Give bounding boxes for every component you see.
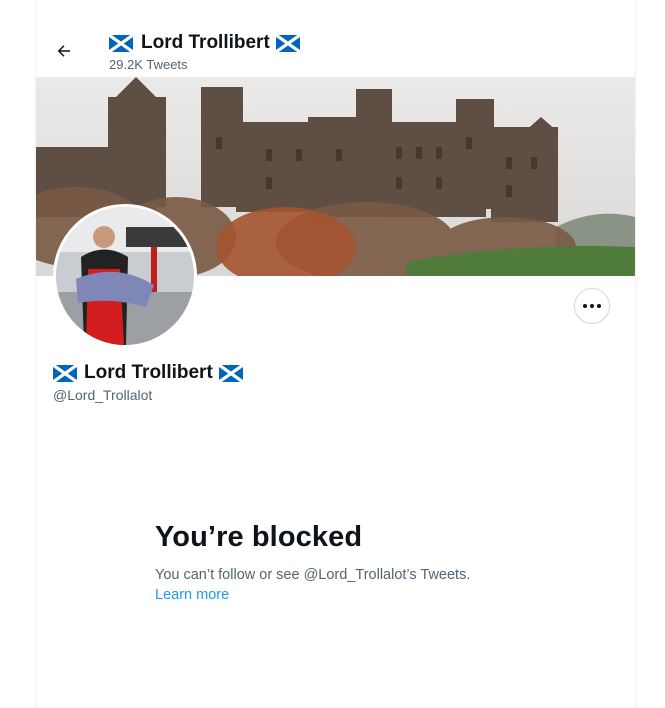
header-display-name: Lord Trollibert: [141, 32, 270, 53]
scotland-flag-icon: [218, 364, 243, 382]
header-title: Lord Trollibert: [109, 31, 300, 55]
learn-more-link[interactable]: Learn more: [155, 587, 229, 603]
blocked-title: You’re blocked: [155, 521, 363, 553]
scotland-flag-icon: [109, 34, 133, 52]
profile-name-text: Lord Trollibert: [84, 362, 213, 383]
top-bar: Lord Trollibert 29.2K Tweets: [36, 0, 635, 77]
more-dots-icon: [583, 304, 601, 308]
profile-display-name: Lord Trollibert: [53, 361, 243, 385]
arrow-left-icon: [57, 45, 70, 57]
blocked-description: You can’t follow or see @Lord_Trollalot’…: [155, 567, 471, 583]
tweet-count: 29.2K Tweets: [109, 57, 188, 72]
profile-avatar[interactable]: [53, 204, 197, 348]
scotland-flag-icon: [275, 34, 300, 52]
more-options-button[interactable]: [574, 288, 610, 324]
back-button[interactable]: [50, 37, 78, 65]
profile-column: Lord Trollibert 29.2K Tweets Lord Trolli…: [35, 0, 636, 708]
profile-handle: @Lord_Trollalot: [53, 387, 153, 403]
scotland-flag-icon: [53, 364, 77, 382]
